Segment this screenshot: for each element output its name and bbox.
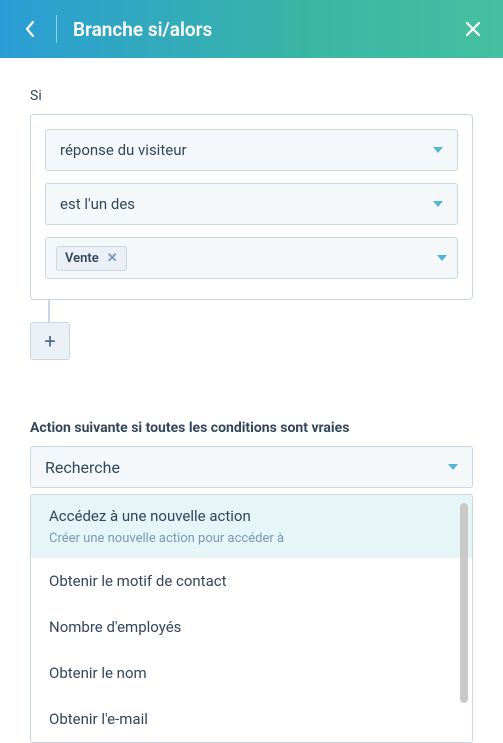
close-button[interactable] <box>461 17 485 41</box>
dropdown-option[interactable]: Nombre d'employés <box>31 604 472 650</box>
panel-title: Branche si/alors <box>73 18 212 41</box>
dropdown-option[interactable]: Obtenir l'e-mail <box>31 696 472 742</box>
condition-operator-value: est l'un des <box>60 195 135 213</box>
dropdown-option[interactable]: Obtenir le motif de contact <box>31 558 472 604</box>
dropdown-list: Accédez à une nouvelle action Créer une … <box>31 495 472 742</box>
next-action-dropdown: Accédez à une nouvelle action Créer une … <box>30 494 473 743</box>
tag-chip: Vente ✕ <box>56 246 127 271</box>
condition-label: Si <box>30 88 473 104</box>
condition-field-value: réponse du visiteur <box>60 141 187 159</box>
caret-down-icon <box>433 147 443 153</box>
option-title: Obtenir le motif de contact <box>49 572 227 590</box>
header-divider <box>56 15 57 43</box>
option-title: Accédez à une nouvelle action <box>49 507 454 525</box>
condition-field-select[interactable]: réponse du visiteur <box>45 129 458 171</box>
close-icon <box>465 21 481 37</box>
caret-down-icon <box>448 464 458 470</box>
tag-label: Vente <box>65 251 99 266</box>
connector-line <box>48 300 50 322</box>
next-action-search-select[interactable]: Recherche <box>30 446 473 488</box>
option-title: Obtenir le nom <box>49 664 147 682</box>
caret-down-icon <box>433 201 443 207</box>
dropdown-option-new-action[interactable]: Accédez à une nouvelle action Créer une … <box>31 495 472 558</box>
search-value: Recherche <box>45 458 120 477</box>
back-button[interactable] <box>18 17 42 41</box>
dropdown-option[interactable]: Obtenir le nom <box>31 650 472 696</box>
panel-content: Si réponse du visiteur est l'un des Vent… <box>0 58 503 743</box>
condition-operator-select[interactable]: est l'un des <box>45 183 458 225</box>
dropdown-scrollbar[interactable] <box>460 503 468 703</box>
condition-value-multiselect[interactable]: Vente ✕ <box>45 237 458 279</box>
caret-down-icon <box>437 255 447 261</box>
add-condition-button[interactable]: + <box>30 322 70 360</box>
option-subtitle: Créer une nouvelle action pour accéder à <box>49 531 454 546</box>
next-action-label: Action suivante si toutes les conditions… <box>30 420 473 436</box>
tag-remove-icon[interactable]: ✕ <box>107 252 118 265</box>
panel-header: Branche si/alors <box>0 0 503 58</box>
condition-card: réponse du visiteur est l'un des Vente ✕ <box>30 114 473 300</box>
chevron-left-icon <box>25 21 35 37</box>
plus-icon: + <box>44 329 55 353</box>
option-title: Obtenir l'e-mail <box>49 710 148 728</box>
option-title: Nombre d'employés <box>49 618 181 636</box>
